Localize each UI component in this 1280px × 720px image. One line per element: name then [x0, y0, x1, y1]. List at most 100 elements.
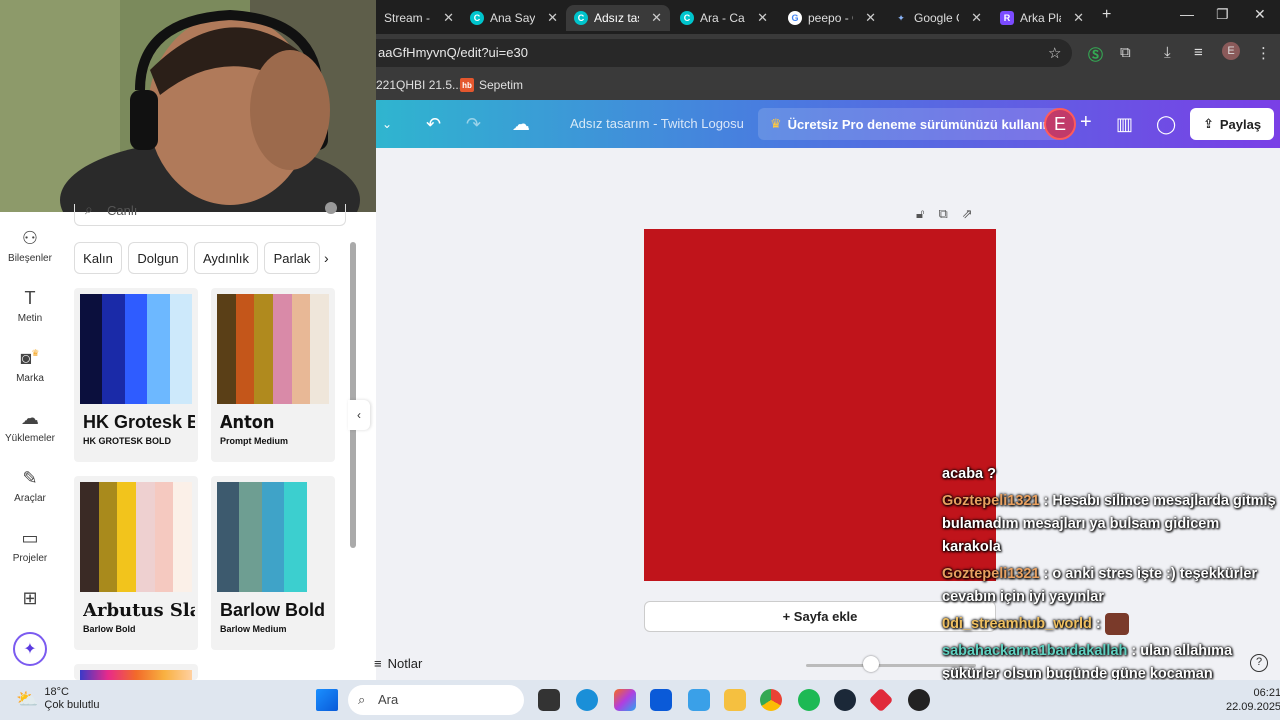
chip-kalin[interactable]: Kalın [74, 242, 122, 274]
search-icon: ⌕ [358, 692, 366, 707]
taskbar-search[interactable]: ⌕ Ara [348, 685, 524, 715]
bookmark-item[interactable]: 221QHBI 21.5... [376, 78, 462, 92]
chevron-right-icon[interactable]: › [324, 250, 329, 266]
share-page-icon[interactable]: ⇗ [962, 206, 973, 222]
color-swatch [124, 294, 148, 404]
color-swatch [217, 482, 240, 592]
nav-item-araclar[interactable]: ✎ Araçlar [0, 468, 60, 504]
close-icon[interactable]: ✕ [443, 10, 454, 26]
nav-item-bilesenler[interactable]: ⚇ Bileşenler [0, 228, 60, 264]
chrome-icon[interactable] [760, 689, 782, 711]
share-button[interactable]: ⇪ Paylaş [1190, 108, 1274, 140]
extension-s-icon[interactable]: Ⓢ [1088, 44, 1103, 65]
new-tab-button[interactable]: + [1102, 6, 1111, 24]
tab-ara-canva[interactable]: C Ara - Canv ✕ [672, 5, 776, 31]
panel-scrollbar[interactable] [350, 242, 356, 548]
download-icon[interactable]: ⤓ [1164, 44, 1171, 61]
close-window-icon[interactable]: ✕ [1254, 6, 1266, 23]
steam-icon[interactable] [834, 689, 856, 711]
menu-dots-icon[interactable]: ⋮ [1256, 44, 1271, 62]
vscode-icon[interactable] [688, 689, 710, 711]
color-swatch [80, 294, 103, 404]
stream-chat-overlay: acaba ? Goztepeli1321 : Hesabı silince m… [942, 463, 1280, 713]
edge-icon[interactable] [576, 689, 598, 711]
spotify-icon[interactable] [798, 689, 820, 711]
close-icon[interactable]: ✕ [1073, 10, 1084, 26]
pro-trial-button[interactable]: ♛ Ücretsiz Pro deneme sürümünüzü kullanı… [758, 108, 1063, 140]
nav-item-marka[interactable]: ◙♛ Marka [0, 348, 60, 384]
chevron-left-icon: ‹ [357, 408, 361, 422]
nav-item-metin[interactable]: T Metin [0, 288, 60, 324]
gemini-icon: ✦ [897, 12, 905, 23]
nav-item-apps[interactable]: ⊞ [0, 588, 60, 613]
webcam-overlay [0, 0, 376, 212]
close-icon[interactable]: ✕ [547, 10, 558, 26]
crown-icon: ♛ [770, 116, 782, 131]
emote-icon [1104, 613, 1129, 636]
magic-sparkle-button[interactable]: ✦ [13, 632, 47, 666]
collapse-panel-button[interactable]: ‹ [348, 400, 370, 430]
redo-icon[interactable]: ↷ [466, 114, 481, 135]
chip-dolgun[interactable]: Dolgun [128, 242, 188, 274]
bookmark-item[interactable]: hb Sepetim [460, 78, 523, 92]
weather-widget[interactable]: ⛅ 18°C Çok bulutlu [16, 686, 99, 712]
chat-message: Goztepeli1321 : Hesabı silince mesajlard… [942, 493, 1276, 555]
obs-icon[interactable] [908, 689, 930, 711]
tab-adsiz-tasarim[interactable]: C Adsız tasarı ✕ [566, 5, 670, 31]
tab-ana-sayfa[interactable]: C Ana Sayfa ✕ [462, 5, 566, 31]
canva-header: ⌄ ↶ ↷ ☁ Adsız tasarım - Twitch Logosu ♛ … [376, 100, 1280, 148]
restore-icon[interactable]: ❐ [1216, 6, 1229, 23]
plus-icon[interactable]: + [1080, 111, 1092, 134]
tab-google-gemini[interactable]: ✦ Google Ge ✕ [886, 5, 990, 31]
task-view-icon[interactable] [538, 689, 560, 711]
comment-icon[interactable]: ◯ [1156, 114, 1176, 135]
zoom-slider-thumb[interactable] [862, 656, 879, 672]
app-icon: R [1000, 11, 1014, 25]
minimize-icon[interactable]: — [1180, 6, 1194, 22]
puzzle-icon[interactable]: ⧉ [1120, 44, 1131, 61]
duplicate-icon[interactable]: ⧉ [938, 206, 947, 222]
nav-item-yuklemeler[interactable]: ☁ Yüklemeler [0, 408, 60, 444]
palette-card[interactable]: Barlow Bold Barlow Medium [211, 476, 335, 650]
color-swatch [147, 294, 170, 404]
search-input[interactable]: ⌕ Canlı [74, 202, 346, 226]
tab-peepo[interactable]: G peepo - G ✕ [780, 5, 884, 31]
chip-aydinlik[interactable]: Aydınlık [194, 242, 258, 274]
close-icon[interactable]: ✕ [757, 10, 768, 26]
notes-button[interactable]: ≡ Notlar [374, 656, 422, 671]
windows-start-icon[interactable] [316, 689, 338, 711]
color-swatch [154, 482, 174, 592]
hb-icon: hb [460, 78, 474, 92]
undo-icon[interactable]: ↶ [426, 114, 441, 135]
copilot-icon[interactable] [614, 689, 636, 711]
chevron-down-icon[interactable]: ⌄ [382, 117, 392, 131]
close-icon[interactable]: ✕ [971, 10, 982, 26]
user-avatar[interactable]: E [1044, 108, 1076, 140]
tab-stream[interactable]: Stream - K ✕ [376, 5, 462, 31]
palette-card[interactable] [74, 664, 198, 680]
cloud-saved-icon[interactable]: ☁ [512, 114, 530, 135]
close-icon[interactable]: ✕ [865, 10, 876, 26]
tab-arka-plan[interactable]: R Arka Plan ✕ [992, 5, 1092, 31]
brand-icon: ◙♛ [20, 348, 40, 368]
star-icon[interactable]: ☆ [1048, 44, 1061, 62]
profile-avatar[interactable]: E [1222, 42, 1240, 60]
system-clock[interactable]: 06:21 22.09.2025 [1226, 686, 1280, 714]
app-red-icon[interactable] [868, 687, 894, 713]
url-input[interactable]: aaGfHmyvnQ/edit?ui=e30 [376, 39, 1072, 67]
palette-swatches [80, 294, 193, 404]
clear-icon[interactable] [325, 202, 337, 214]
store-icon[interactable] [650, 689, 672, 711]
lock-icon[interactable]: 🔓︎ [916, 206, 924, 222]
design-title[interactable]: Adsız tasarım - Twitch Logosu [570, 116, 744, 131]
chart-icon[interactable]: ▥ [1116, 114, 1133, 135]
media-icon[interactable]: ≡ [1194, 44, 1203, 61]
palette-card[interactable]: HK Grotesk B HK GROTESK BOLD [74, 288, 198, 462]
chip-parlak[interactable]: Parlak [264, 242, 320, 274]
nav-item-projeler[interactable]: ▭ Projeler [0, 528, 60, 564]
close-icon[interactable]: ✕ [651, 10, 662, 26]
palette-card[interactable]: Arbutus Slab Barlow Bold [74, 476, 198, 650]
palette-card[interactable]: Anton Prompt Medium [211, 288, 335, 462]
color-swatch [235, 294, 255, 404]
file-explorer-icon[interactable] [724, 689, 746, 711]
